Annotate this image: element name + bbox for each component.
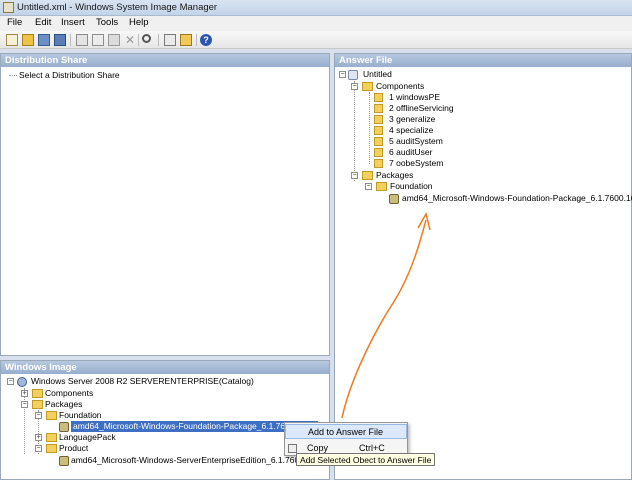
add-to-answer-file-item[interactable]: Add to Answer File bbox=[285, 424, 407, 439]
tooltip: Add Selected Obect to Answer File bbox=[296, 453, 436, 466]
annotation-arrow bbox=[341, 212, 431, 419]
add-to-answer-file-label: Add to Answer File bbox=[308, 427, 384, 437]
context-menu: Add to Answer File Copy Ctrl+C bbox=[284, 422, 408, 456]
arrow-stroke bbox=[341, 219, 427, 419]
copy-icon bbox=[288, 444, 297, 453]
